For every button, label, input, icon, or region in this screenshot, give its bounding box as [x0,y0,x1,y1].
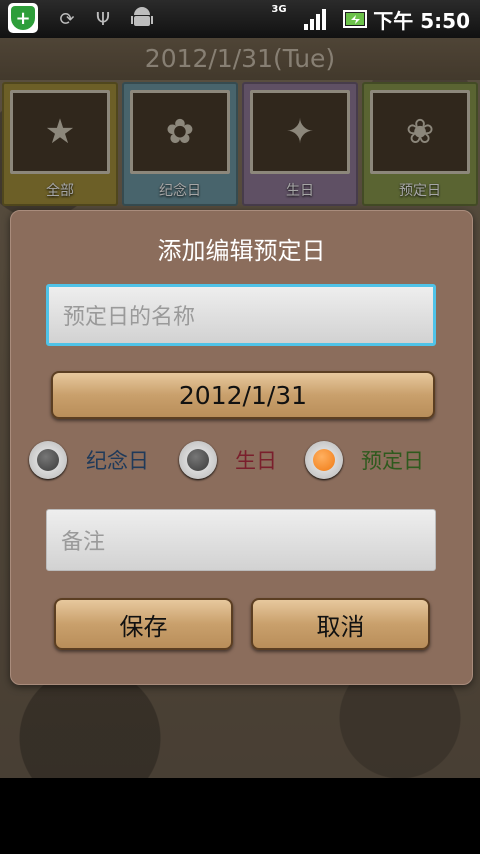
radio-scheduled[interactable] [305,441,343,479]
usb-icon: Ψ [95,8,111,30]
note-input[interactable]: 备注 [46,509,436,571]
save-button[interactable]: 保存 [54,598,233,650]
battery-charging-icon [342,4,370,34]
event-name-placeholder: 预定日的名称 [63,305,196,330]
radio-anniversary-label[interactable]: 纪念日 [86,445,149,475]
signal-3g-icon: 3G [268,4,290,34]
save-button-label: 保存 [119,612,168,641]
date-value: 2012/1/31 [178,380,308,410]
radio-birthday[interactable] [179,441,217,479]
radio-birthday-label[interactable]: 生日 [235,445,277,475]
note-placeholder: 备注 [61,530,106,555]
event-name-input[interactable]: 预定日的名称 [46,284,436,346]
cancel-button[interactable]: 取消 [251,598,430,650]
network-type-label: 3G [271,4,287,15]
sync-icon: ⟳ [59,8,75,30]
radio-scheduled-label[interactable]: 预定日 [361,445,424,475]
status-bar: + ⟳ Ψ 3G 下午 5:50 [0,0,480,38]
edit-scheduled-day-dialog: 添加编辑预定日 预定日的名称 2012/1/31 纪念日 生日 预定日 备注 保… [10,210,473,685]
status-clock: 下午 5:50 [373,9,470,33]
dialog-title: 添加编辑预定日 [157,237,326,265]
signal-bars-icon [302,4,330,34]
cancel-button-label: 取消 [316,612,365,641]
android-icon [130,4,154,34]
shield-icon: + [8,3,38,33]
bottom-black-area [0,778,480,854]
event-type-radio-group: 纪念日 生日 预定日 [11,441,472,485]
radio-anniversary[interactable] [29,441,67,479]
date-picker-button[interactable]: 2012/1/31 [51,371,435,419]
